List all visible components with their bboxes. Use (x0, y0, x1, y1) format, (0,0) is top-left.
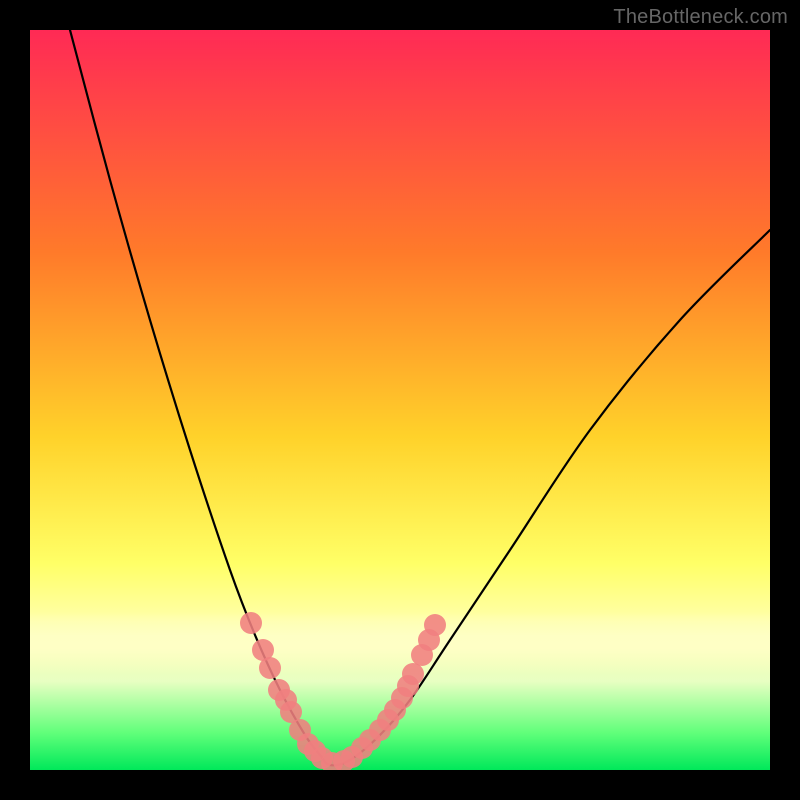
marker-dot (402, 663, 424, 685)
watermark-text: TheBottleneck.com (613, 6, 788, 29)
marker-dot (240, 612, 262, 634)
marker-dot (424, 614, 446, 636)
marker-group (240, 612, 446, 770)
curve-layer (30, 30, 770, 770)
marker-dot (259, 657, 281, 679)
plot-frame (30, 30, 770, 770)
